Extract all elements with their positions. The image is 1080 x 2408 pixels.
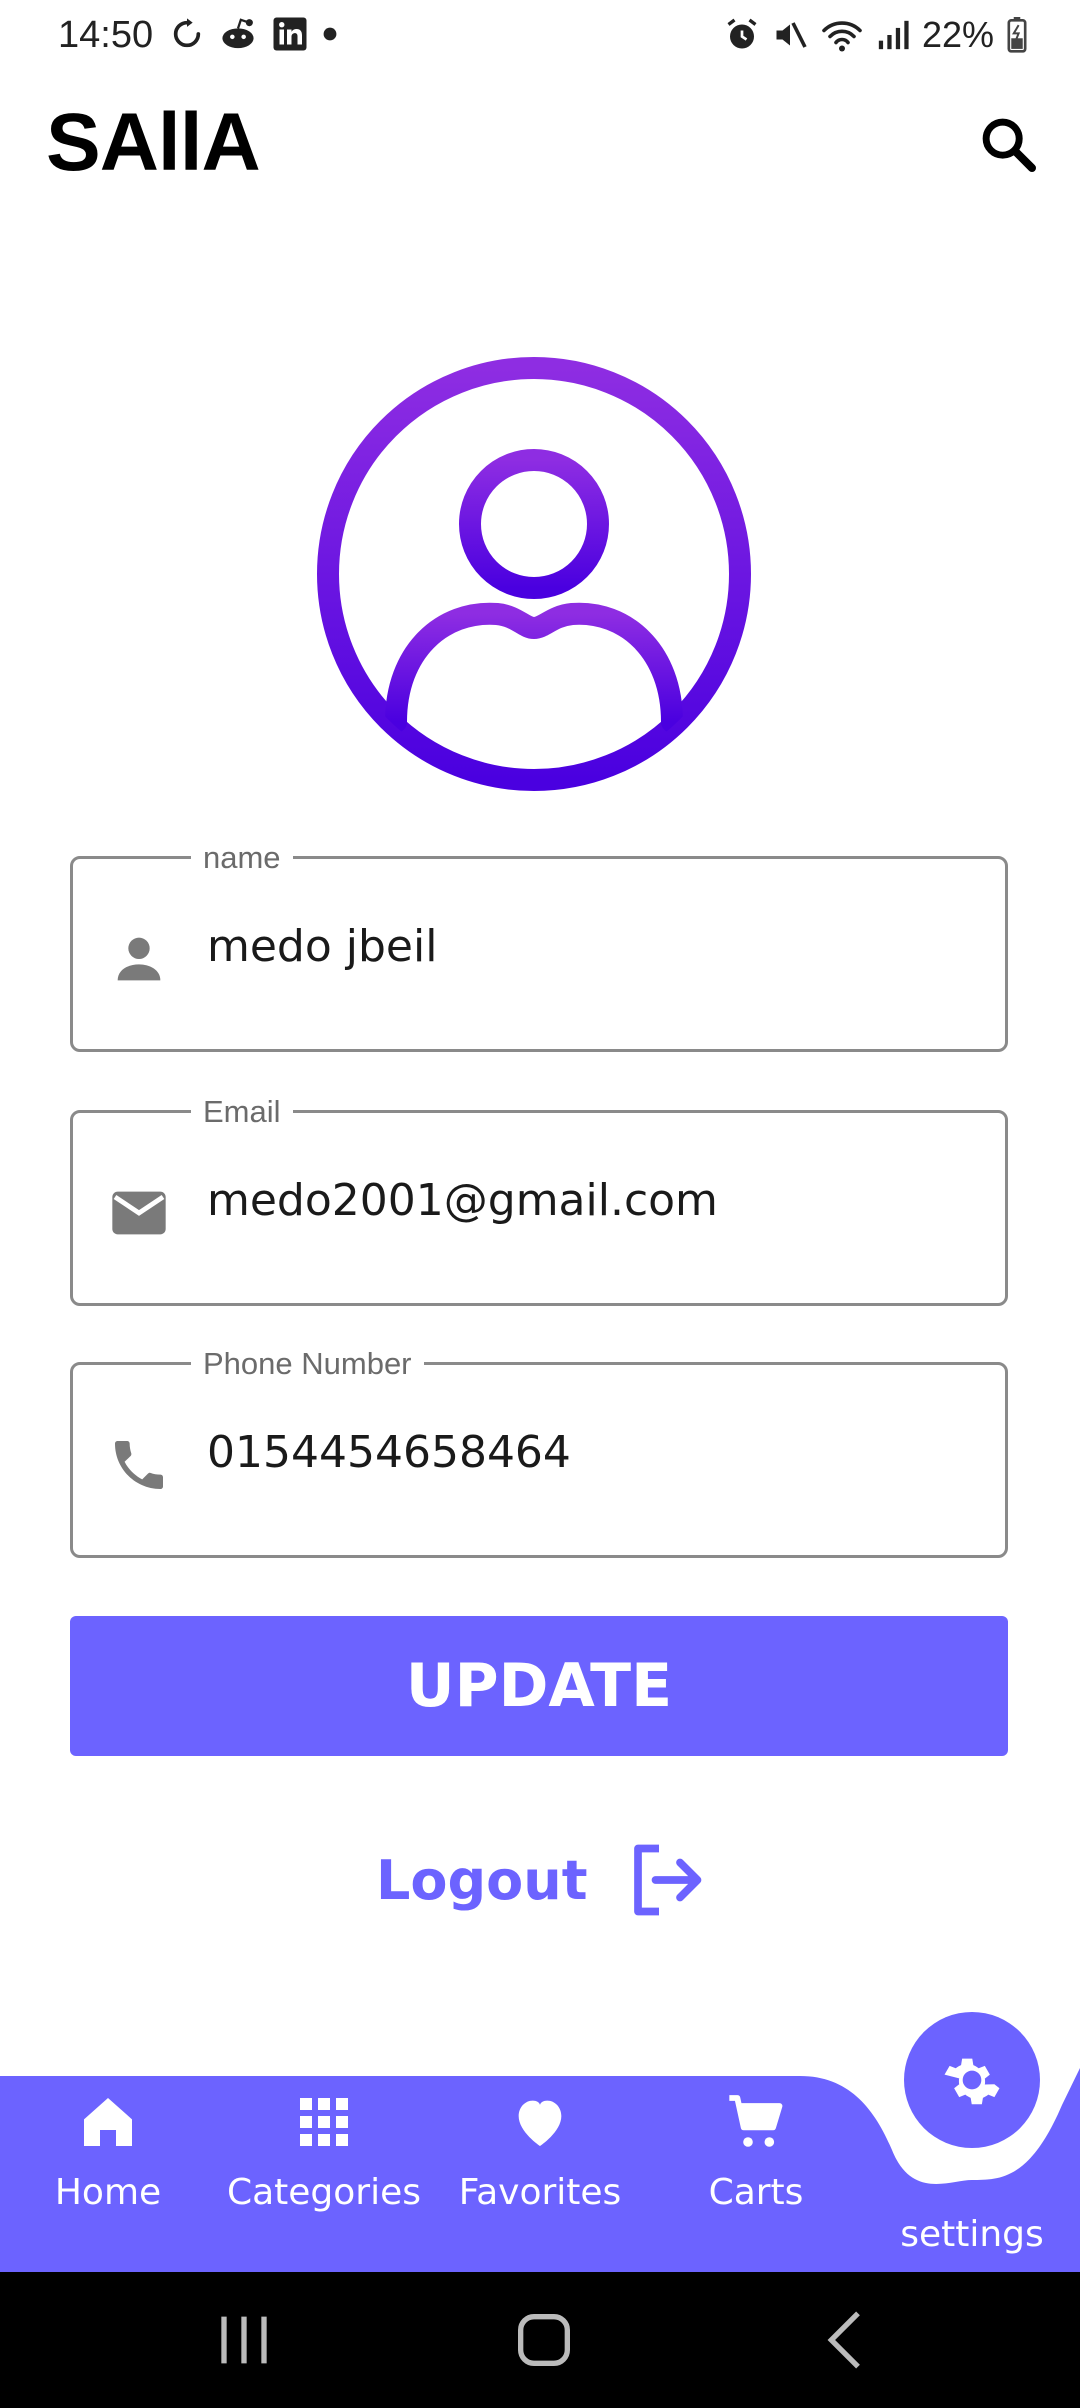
name-field-label: name bbox=[191, 841, 293, 875]
dot-icon bbox=[323, 27, 337, 41]
name-field[interactable]: name medo jbeil bbox=[70, 841, 1008, 1052]
reddit-icon bbox=[222, 18, 254, 49]
phone-icon bbox=[115, 1441, 163, 1489]
phone-input[interactable]: 0154454658464 bbox=[207, 1427, 571, 1478]
nav-item-home[interactable]: Home bbox=[0, 2090, 216, 2250]
email-icon bbox=[112, 1191, 166, 1235]
heart-icon bbox=[518, 2100, 562, 2146]
person-icon bbox=[117, 937, 161, 981]
nav-item-settings[interactable]: settings bbox=[864, 2196, 1080, 2255]
app-title: SAllA bbox=[46, 97, 261, 188]
search-icon bbox=[982, 118, 1036, 172]
phone-field-label: Phone Number bbox=[191, 1347, 424, 1381]
nav-label-categories: Categories bbox=[226, 2172, 422, 2213]
logout-icon bbox=[633, 1844, 701, 1916]
gear-icon bbox=[944, 2058, 1000, 2105]
recent-apps-icon[interactable] bbox=[204, 2300, 284, 2380]
user-avatar-icon bbox=[317, 357, 751, 791]
wifi-icon bbox=[822, 21, 862, 52]
alarm-icon bbox=[727, 18, 757, 49]
search-button[interactable] bbox=[976, 112, 1040, 176]
logout-button[interactable]: Logout bbox=[376, 1838, 708, 1922]
nav-item-carts[interactable]: Carts bbox=[648, 2090, 864, 2250]
update-button[interactable]: UPDATE bbox=[70, 1616, 1008, 1756]
settings-fab[interactable] bbox=[904, 2012, 1040, 2148]
back-icon[interactable] bbox=[808, 2300, 888, 2380]
name-input[interactable]: medo jbeil bbox=[207, 921, 437, 972]
linkedin-icon bbox=[273, 17, 307, 51]
status-notification-icons bbox=[170, 16, 338, 52]
phone-field[interactable]: Phone Number 0154454658464 bbox=[70, 1347, 1008, 1558]
home-icon bbox=[84, 2098, 132, 2146]
system-navigation-bar bbox=[0, 2272, 1080, 2408]
status-bar: 14:50 22% bbox=[0, 0, 1080, 72]
cart-icon bbox=[729, 2095, 783, 2147]
logout-label: Logout bbox=[376, 1848, 588, 1912]
nav-item-categories[interactable]: Categories bbox=[216, 2090, 432, 2250]
email-input[interactable]: medo2001@gmail.com bbox=[207, 1175, 718, 1226]
email-field-label: Email bbox=[191, 1095, 293, 1129]
nav-label-settings: settings bbox=[900, 2214, 1044, 2255]
mute-icon bbox=[776, 22, 807, 48]
grid-icon bbox=[300, 2098, 348, 2146]
signal-icon bbox=[878, 20, 909, 50]
status-time: 14:50 bbox=[58, 14, 154, 56]
battery-percent: 22% bbox=[921, 14, 994, 55]
email-field[interactable]: Email medo2001@gmail.com bbox=[70, 1095, 1008, 1306]
battery-charging-icon bbox=[1007, 17, 1027, 53]
nav-item-favorites[interactable]: Favorites bbox=[432, 2090, 648, 2250]
status-system-icons: 22% bbox=[724, 14, 1028, 56]
sync-icon bbox=[173, 18, 201, 48]
nav-label-carts: Carts bbox=[708, 2172, 804, 2213]
nav-label-home: Home bbox=[54, 2172, 162, 2213]
nav-label-favorites: Favorites bbox=[458, 2172, 622, 2213]
home-button-icon[interactable] bbox=[504, 2300, 584, 2380]
profile-avatar[interactable] bbox=[312, 352, 756, 796]
